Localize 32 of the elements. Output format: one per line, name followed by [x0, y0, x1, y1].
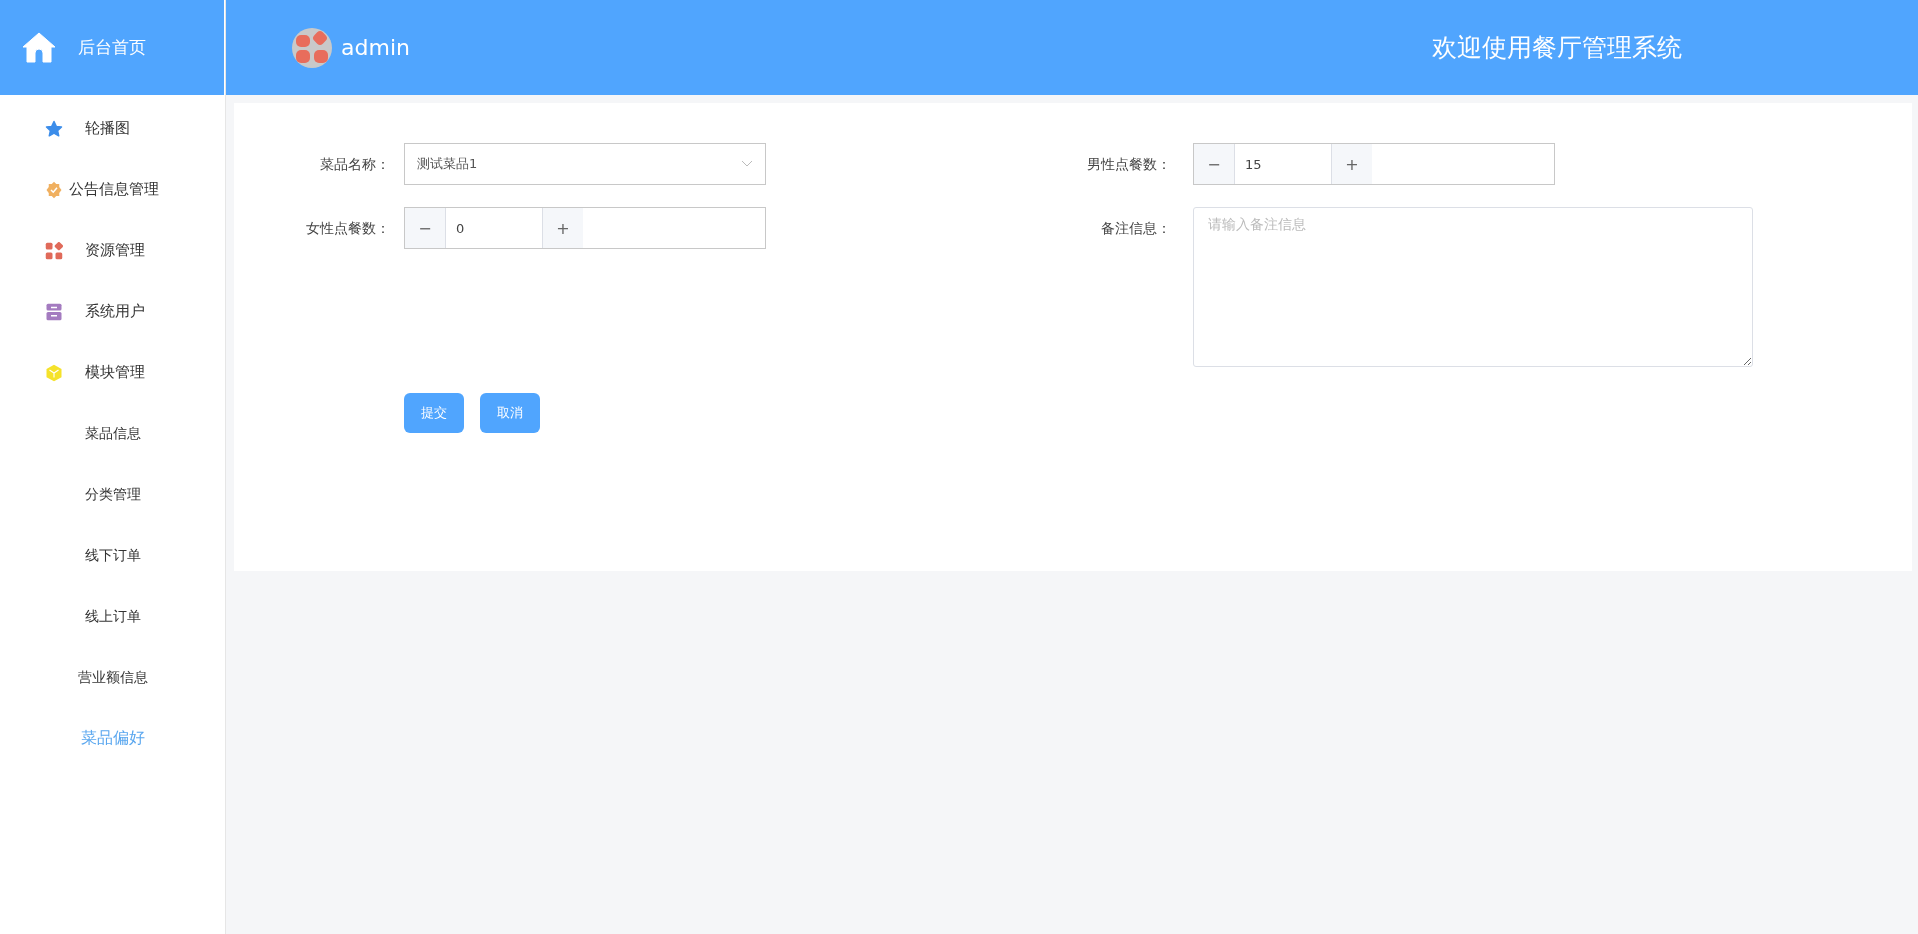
menu-item[interactable]: 系统用户	[0, 281, 225, 342]
submenu-item[interactable]: 线下订单	[0, 525, 225, 586]
submenu-item[interactable]: 菜品信息	[0, 403, 225, 464]
archive-box-icon	[45, 302, 63, 321]
menu-item[interactable]: 模块管理	[0, 342, 225, 403]
submenu-item[interactable]: 营业额信息	[0, 647, 225, 708]
menu-item[interactable]: 轮播图	[0, 98, 225, 159]
decrement-button[interactable]: −	[1194, 144, 1234, 184]
field-label: 备注信息：	[1100, 219, 1172, 238]
menu-item[interactable]: 公告信息管理	[0, 159, 225, 220]
star-icon	[45, 119, 63, 138]
decrement-button[interactable]: −	[405, 208, 445, 248]
submenu-item[interactable]: 分类管理	[0, 464, 225, 525]
cube-icon	[45, 363, 63, 382]
increment-button[interactable]: +	[1332, 144, 1372, 184]
field-label: 菜品名称：	[319, 155, 391, 174]
menu-item[interactable]: 资源管理	[0, 220, 225, 281]
number-stepper[interactable]: − 15 +	[1193, 143, 1555, 185]
increment-button[interactable]: +	[543, 208, 583, 248]
page-title: 欢迎使用餐厅管理系统	[1432, 32, 1682, 64]
field-label: 女性点餐数：	[305, 219, 391, 238]
username: admin	[341, 35, 410, 60]
field-label: 男性点餐数：	[1086, 155, 1172, 174]
badge-check-icon	[45, 180, 63, 199]
chevron-down-icon	[741, 160, 753, 168]
grid-icon	[45, 241, 63, 260]
submenu-item[interactable]: 线上订单	[0, 586, 225, 647]
avatar-icon	[292, 27, 332, 68]
dish-select[interactable]: 测试菜品1	[404, 143, 766, 185]
remarks-textarea[interactable]: 请输入备注信息	[1193, 207, 1753, 367]
home-icon	[22, 31, 56, 64]
number-stepper[interactable]: − 0 +	[404, 207, 766, 249]
